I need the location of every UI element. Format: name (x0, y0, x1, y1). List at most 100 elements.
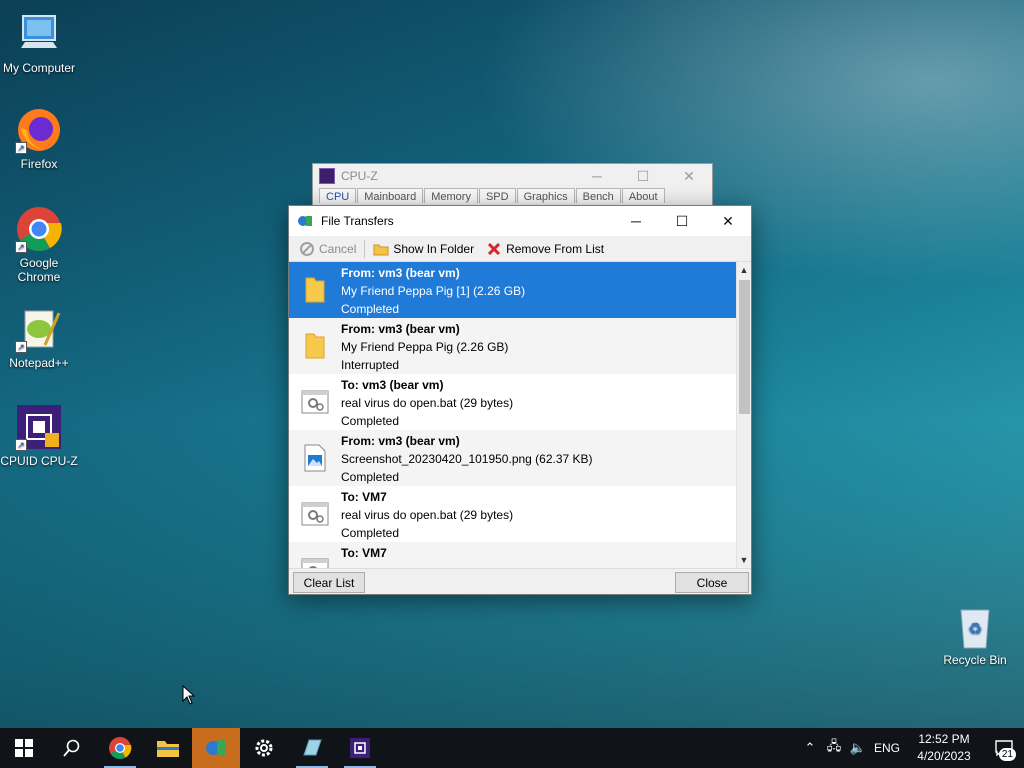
shortcut-arrow-icon: ↗ (15, 142, 27, 154)
transfer-direction: From: vm3 (bear vm) (341, 434, 460, 448)
cpuz-icon (319, 168, 335, 184)
shortcut-arrow-icon: ↗ (15, 241, 27, 253)
cpuz-icon: ↗ (15, 403, 63, 451)
cpuz-titlebar[interactable]: CPU-Z ─ ☐ ✕ (313, 164, 712, 188)
file-explorer-icon (157, 741, 179, 757)
shortcut-arrow-icon: ↗ (15, 439, 27, 451)
show-in-folder-button[interactable]: Show In Folder (369, 238, 478, 260)
tab-about[interactable]: About (621, 188, 665, 203)
list-item[interactable]: From: vm3 (bear vm) My Friend Peppa Pig … (289, 262, 736, 318)
mouse-cursor-icon (182, 685, 196, 705)
transfer-list[interactable]: From: vm3 (bear vm) My Friend Peppa Pig … (289, 262, 751, 568)
scroll-up-icon[interactable]: ▲ (737, 262, 751, 278)
minimize-icon[interactable]: ─ (613, 206, 659, 236)
folder-icon (305, 277, 325, 303)
notification-badge: 21 (998, 748, 1016, 761)
list-item[interactable]: From: vm3 (bear vm) My Friend Peppa Pig … (289, 318, 736, 374)
start-button[interactable] (0, 728, 48, 768)
cpuz-title: CPU-Z (341, 169, 378, 183)
clock-date: 4/20/2023 (917, 749, 971, 763)
scroll-down-icon[interactable]: ▼ (737, 552, 751, 568)
chevron-up-icon[interactable]: ⌃ (798, 740, 822, 756)
firefox-icon: ↗ (15, 106, 63, 154)
tab-memory[interactable]: Memory (424, 188, 478, 203)
list-item[interactable]: To: vm3 (bear vm) real virus do open.bat… (289, 374, 736, 430)
window-title: File Transfers (321, 214, 394, 228)
minimize-icon[interactable]: ─ (574, 168, 620, 185)
cancel-button[interactable]: Cancel (295, 238, 360, 260)
settings-icon (255, 739, 273, 757)
notepadpp-icon: ↗ (15, 305, 63, 353)
search-button[interactable] (48, 728, 96, 768)
tab-mainboard[interactable]: Mainboard (357, 188, 424, 203)
tab-cpu[interactable]: CPU (319, 188, 357, 203)
file-transfers-titlebar[interactable]: File Transfers ─ ☐ ✕ (289, 206, 751, 236)
remove-from-list-label: Remove From List (506, 241, 605, 256)
close-icon[interactable]: ✕ (705, 206, 751, 236)
desktop-icon-google-chrome[interactable]: ↗ Google Chrome (0, 205, 78, 284)
transfer-status: Completed (341, 526, 400, 540)
maximize-icon[interactable]: ☐ (659, 206, 705, 236)
desktop-icon-recycle-bin[interactable]: ♻ Recycle Bin (936, 602, 1014, 667)
cancel-icon (300, 241, 314, 256)
network-icon[interactable]: 🖧 (822, 737, 846, 759)
transfer-direction: To: VM7 (341, 490, 387, 504)
batch-file-icon (301, 390, 329, 414)
desktop-icon-cpuid-cpuz[interactable]: ↗ CPUID CPU-Z (0, 403, 78, 468)
tab-bench[interactable]: Bench (575, 188, 621, 203)
file-transfers-icon (298, 216, 312, 226)
clear-list-button[interactable]: Clear List (293, 572, 365, 593)
file-transfers-icon (206, 740, 225, 756)
desktop-icon-firefox[interactable]: ↗ Firefox (0, 106, 78, 171)
tab-spd[interactable]: SPD (478, 188, 516, 203)
close-icon[interactable]: ✕ (666, 168, 712, 185)
transfer-direction: From: vm3 (bear vm) (341, 322, 460, 336)
transfer-direction: From: vm3 (bear vm) (341, 266, 460, 280)
batch-file-icon (301, 558, 329, 568)
volume-icon[interactable]: 🔈 (846, 740, 870, 756)
tab-graphics[interactable]: Graphics (516, 188, 575, 203)
transfer-file-name: My Friend Peppa Pig (2.26 GB) (341, 340, 509, 354)
notepad-icon (303, 739, 322, 756)
list-item[interactable]: From: vm3 (bear vm) Screenshot_20230420_… (289, 430, 736, 486)
taskbar-settings[interactable] (240, 728, 288, 768)
taskbar-file-explorer[interactable] (144, 728, 192, 768)
transfer-status: Completed (341, 302, 400, 316)
batch-file-icon (301, 502, 329, 526)
taskbar-file-transfers[interactable] (192, 728, 240, 768)
taskbar-chrome[interactable] (96, 728, 144, 768)
clock-time: 12:52 PM (918, 732, 970, 746)
taskbar: ⌃ 🖧 🔈 ENG 12:52 PM 4/20/2023 21 (0, 728, 1024, 768)
transfer-status: Interrupted (341, 358, 400, 372)
vertical-scrollbar[interactable]: ▲ ▼ (736, 262, 751, 568)
chrome-icon: ↗ (15, 205, 63, 253)
show-in-folder-label: Show In Folder (393, 241, 475, 256)
notification-center-button[interactable]: 21 (984, 728, 1024, 768)
start-icon (15, 739, 33, 757)
transfer-file-name: real virus do open.bat (29 bytes) (341, 396, 514, 410)
file-transfers-window[interactable]: File Transfers ─ ☐ ✕ Cancel Show In Fold… (288, 205, 752, 595)
maximize-icon[interactable]: ☐ (620, 168, 666, 185)
list-item[interactable]: To: VM7 (289, 542, 736, 568)
folder-icon (305, 333, 325, 359)
folder-icon (373, 244, 389, 255)
clock[interactable]: 12:52 PM 4/20/2023 (904, 731, 984, 765)
remove-from-list-button[interactable]: Remove From List (482, 238, 608, 260)
list-item[interactable]: To: VM7 real virus do open.bat (29 bytes… (289, 486, 736, 542)
taskbar-notepad[interactable] (288, 728, 336, 768)
close-button[interactable]: Close (675, 572, 749, 593)
toolbar: Cancel Show In Folder Remove From List (289, 236, 751, 262)
desktop-icon-my-computer[interactable]: My Computer (0, 10, 78, 75)
scrollbar-thumb[interactable] (739, 280, 750, 414)
desktop-icon-notepadpp[interactable]: ↗ Notepad++ (0, 305, 78, 370)
transfer-status: Completed (341, 470, 400, 484)
taskbar-cpuz[interactable] (336, 728, 384, 768)
transfer-direction: To: vm3 (bear vm) (341, 378, 444, 392)
language-indicator[interactable]: ENG (870, 741, 904, 755)
transfer-file-name: My Friend Peppa Pig [1] (2.26 GB) (341, 284, 526, 298)
image-file-icon (304, 444, 326, 472)
shortcut-arrow-icon: ↗ (15, 341, 27, 353)
cpuz-tabs: CPU Mainboard Memory SPD Graphics Bench … (313, 188, 712, 203)
computer-icon (15, 10, 63, 58)
chrome-icon (109, 737, 132, 759)
